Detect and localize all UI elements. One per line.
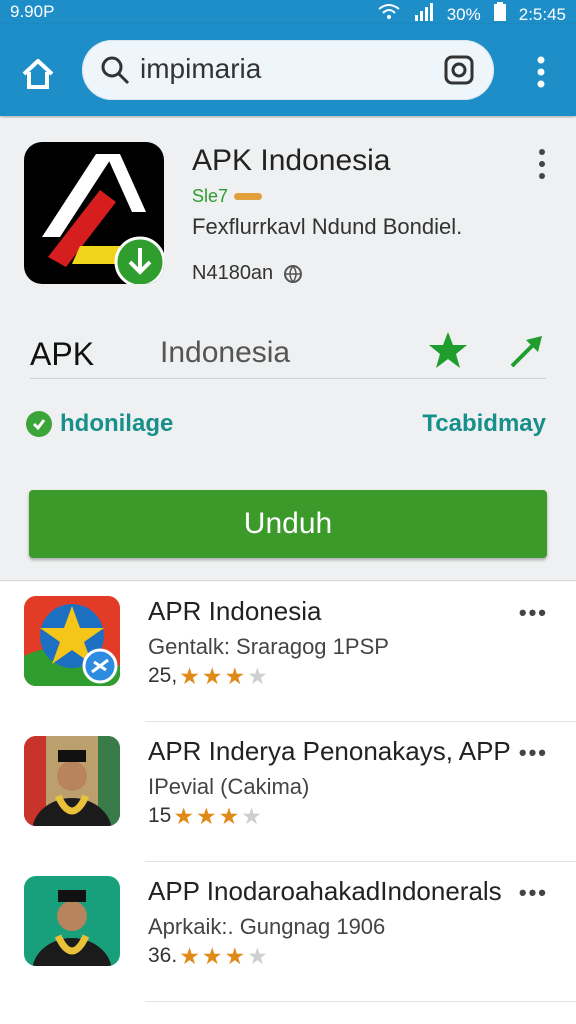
download-button[interactable]: Unduh — [29, 490, 547, 558]
list-item-rating: 15 ★ ★ ★ ★ — [148, 804, 262, 828]
related-apps-list: APR Indonesia Gentalk: Sraragog 1PSP 25,… — [0, 582, 576, 1024]
search-bar[interactable]: impimaria — [82, 40, 494, 100]
verified-label: hdonilage — [26, 410, 173, 438]
list-item-subtitle: Aprkaik:. Gungnag 1906 — [148, 914, 386, 939]
star-icon: ★ — [218, 802, 240, 829]
list-item[interactable]: APR Inderya Penonakays, APP IPevial (Cak… — [0, 722, 576, 862]
more-horiz-icon[interactable]: ••• — [519, 880, 548, 906]
more-horiz-icon[interactable]: ••• — [519, 740, 548, 766]
overflow-menu-button[interactable] — [526, 52, 556, 92]
star-icon[interactable] — [428, 330, 468, 370]
star-globe-icon — [24, 596, 120, 686]
star-icon: ★ — [201, 942, 223, 969]
more-horiz-icon[interactable]: ••• — [519, 600, 548, 626]
list-item-subtitle: IPevial (Cakima) — [148, 774, 310, 799]
check-icon — [26, 411, 52, 437]
app-title: APK Indonesia — [192, 144, 391, 177]
person-portrait-icon — [24, 876, 120, 966]
list-item-name: APR Inderya Penonakays, APP — [148, 736, 511, 766]
app-detail-card: APK Indonesia Sle7 Fexflurrkavl Ndund Bo… — [0, 118, 576, 581]
rating-count: 36. — [148, 944, 178, 967]
trending-arrow-icon[interactable] — [506, 332, 546, 372]
rating-count: 15 — [148, 804, 172, 827]
list-item-name: APP InodaroahakadIndonerals — [148, 876, 502, 906]
more-vert-icon — [537, 56, 545, 88]
search-icon — [101, 56, 130, 85]
app-version: Sle7 — [192, 186, 229, 206]
star-icon: ★ — [173, 802, 194, 829]
star-empty-icon: ★ — [247, 942, 268, 969]
star-icon: ★ — [179, 942, 200, 969]
home-button[interactable] — [18, 54, 58, 94]
status-bar: 9.90P 30% 2:5:45 — [0, 0, 576, 24]
card-more-button[interactable] — [532, 146, 552, 182]
right-tag[interactable]: Tcabidmay — [422, 410, 546, 438]
app-name-row: APK Indonesia — [30, 330, 546, 379]
list-item-rating: 25, ★ ★ ★ ★ — [148, 664, 268, 688]
battery-percent: 30% — [446, 4, 481, 24]
globe-icon — [284, 264, 303, 283]
star-icon: ★ — [201, 662, 223, 689]
app-name-right: Indonesia — [160, 336, 291, 369]
list-item-subtitle: Gentalk: Sraragog 1PSP — [148, 634, 389, 659]
camera-icon[interactable] — [444, 55, 474, 85]
star-icon: ★ — [195, 802, 217, 829]
rating-count: 25, — [148, 664, 178, 687]
list-item-rating: 36. ★ ★ ★ ★ — [148, 944, 268, 968]
app-description: Fexflurrkavl Ndund Bondiel. — [192, 214, 463, 239]
download-label: Unduh — [243, 507, 333, 540]
version-badge — [234, 193, 263, 200]
list-item[interactable]: APR Indonesia Gentalk: Sraragog 1PSP 25,… — [0, 582, 576, 722]
signal-icon — [413, 3, 435, 26]
verified-text: hdonilage — [60, 410, 174, 437]
star-icon: ★ — [224, 942, 246, 969]
person-portrait-icon — [24, 736, 120, 826]
app-icon — [24, 142, 164, 284]
list-item-name: APR Indonesia — [148, 596, 322, 626]
status-time: 2:5:45 — [518, 4, 566, 24]
wifi-icon — [377, 3, 401, 26]
app-meta: N4180an — [192, 262, 274, 284]
star-empty-icon: ★ — [241, 802, 262, 829]
star-icon: ★ — [224, 662, 246, 689]
app-bar: impimaria — [0, 24, 576, 116]
home-icon — [22, 59, 54, 89]
star-icon: ★ — [179, 662, 200, 689]
list-item[interactable]: APP InodaroahakadIndonerals Aprkaik:. Gu… — [0, 862, 576, 1002]
star-empty-icon: ★ — [247, 662, 268, 689]
more-vert-icon — [539, 149, 545, 179]
status-left-text: 9.90P — [10, 2, 55, 21]
app-name-left: APK — [30, 336, 95, 372]
search-query[interactable]: impimaria — [140, 53, 261, 85]
